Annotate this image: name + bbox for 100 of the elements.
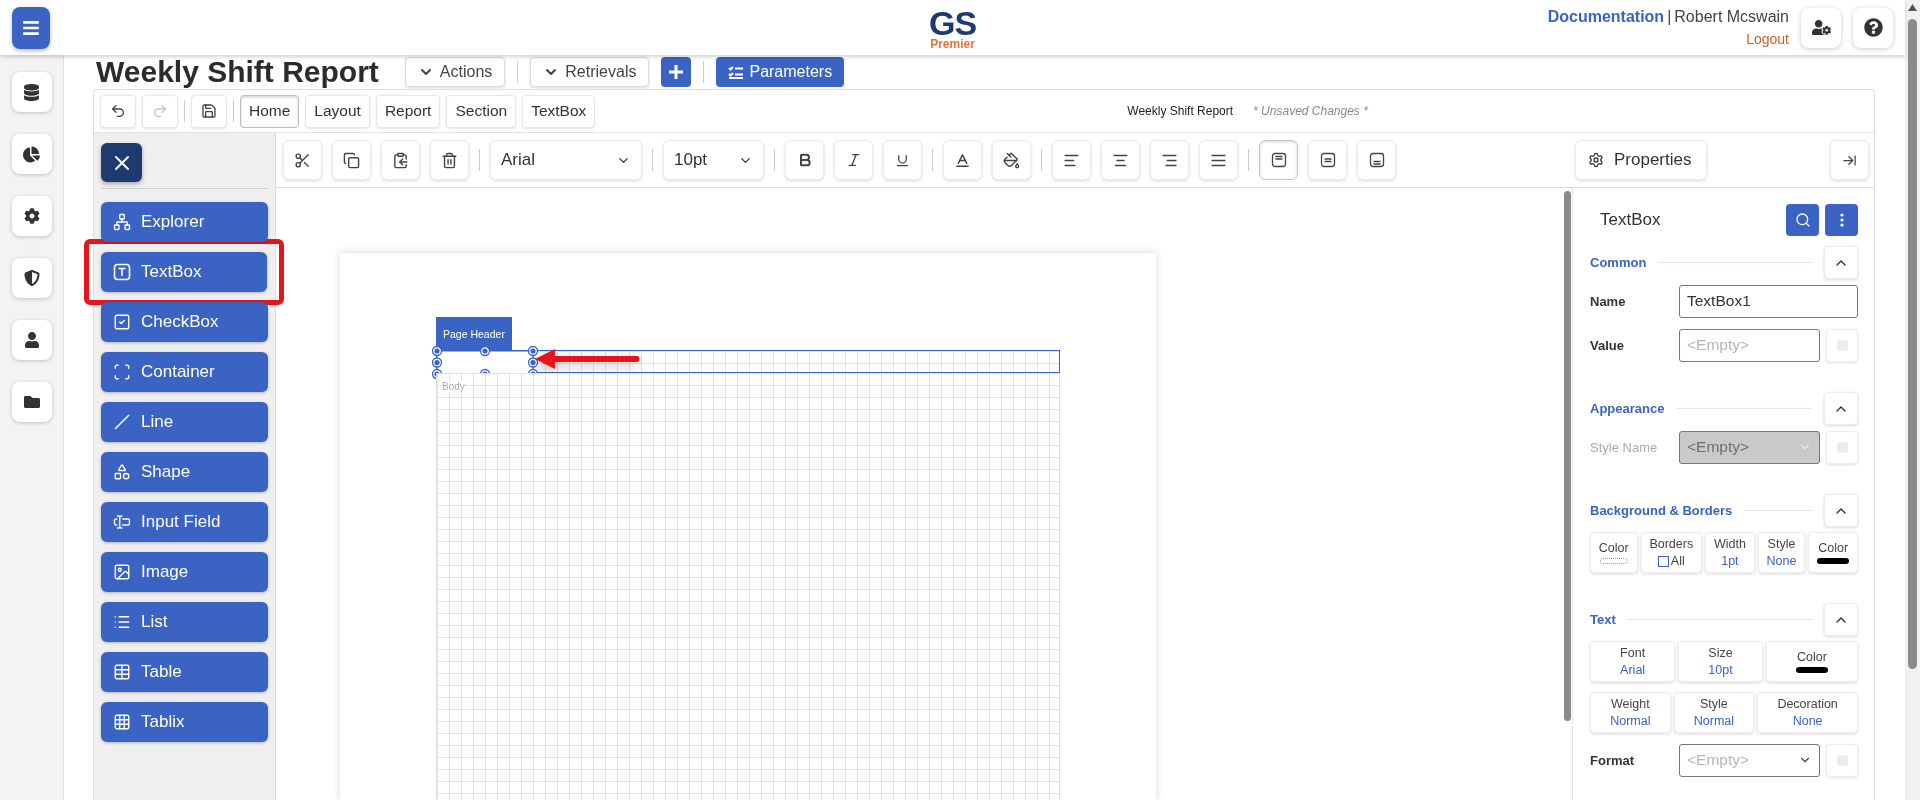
property-tile[interactable]: Size 10pt — [1678, 641, 1763, 682]
section-toggle[interactable] — [1824, 603, 1858, 636]
property-tile[interactable]: Style None — [1757, 532, 1806, 573]
toolbox-item[interactable]: List — [101, 602, 268, 642]
checklist-icon — [728, 65, 744, 79]
text-color-icon — [954, 151, 971, 169]
documentation-link[interactable]: Documentation — [1547, 8, 1665, 26]
toolbox-item[interactable]: Table — [101, 652, 268, 692]
toolbox-item[interactable]: Shape — [101, 452, 268, 492]
separator: | — [1667, 8, 1672, 26]
header-button[interactable]: Parameters — [716, 57, 845, 87]
toolbox-item[interactable]: CheckBox — [101, 302, 268, 342]
user-gear-icon — [1811, 18, 1831, 37]
undo-button[interactable] — [100, 94, 136, 128]
paste-icon — [392, 151, 409, 169]
help-icon — [1863, 18, 1883, 37]
logo-initials: GS — [928, 5, 977, 40]
shapes-icon — [113, 463, 131, 481]
field-label: Value — [1590, 337, 1625, 353]
close-button[interactable] — [101, 143, 142, 182]
toolbox-item[interactable]: Input Field — [101, 502, 268, 542]
save-button[interactable] — [191, 94, 227, 128]
text-color-button[interactable] — [943, 140, 982, 180]
field-label: Format — [1590, 752, 1636, 768]
security-button[interactable] — [11, 258, 52, 298]
underline-button[interactable] — [883, 140, 922, 180]
toolbox-item[interactable]: Line — [101, 402, 268, 442]
vertical-align-button[interactable] — [1259, 140, 1298, 180]
settings-button[interactable] — [11, 196, 52, 236]
property-tile[interactable]: Style Normal — [1673, 692, 1755, 733]
align-center-button[interactable] — [1101, 140, 1140, 180]
tile-value: None — [1792, 714, 1823, 728]
redo-icon — [152, 103, 168, 119]
collapse-panel-button[interactable] — [1830, 140, 1869, 180]
align-left-button[interactable] — [1052, 140, 1091, 180]
size-select[interactable]: 10pt — [663, 140, 764, 180]
property-tile[interactable]: Color — [1765, 641, 1858, 682]
font-select[interactable]: Arial — [490, 140, 642, 180]
checkbox-icon — [113, 313, 131, 331]
ribbon-tab[interactable]: TextBox — [522, 94, 596, 128]
ribbon-tab[interactable]: Section — [446, 94, 517, 128]
add-button[interactable] — [661, 57, 692, 87]
logout-link[interactable]: Logout — [1746, 31, 1789, 47]
user-button[interactable] — [11, 320, 52, 360]
property-tile[interactable]: Font Arial — [1590, 641, 1676, 682]
ribbon-tab[interactable]: Home — [240, 94, 300, 128]
text-field[interactable]: <Empty> — [1679, 328, 1820, 362]
undo-icon — [110, 103, 126, 119]
property-tile[interactable]: Weight Normal — [1590, 692, 1671, 733]
section-title: Text — [1590, 612, 1616, 627]
tile-value: None — [1766, 554, 1797, 568]
property-tile[interactable]: Color — [1590, 532, 1638, 573]
toolbox-item[interactable]: Container — [101, 352, 268, 392]
ribbon-tab[interactable]: Layout — [305, 94, 370, 128]
tile-label: Style — [1700, 697, 1728, 711]
fill-color-button[interactable] — [992, 140, 1031, 180]
user-settings-button[interactable] — [1801, 7, 1841, 48]
text-box-icon — [113, 263, 131, 281]
align-middle-icon — [1319, 152, 1336, 168]
charts-button[interactable] — [11, 134, 52, 174]
toolbox-item[interactable]: Image — [101, 552, 268, 592]
tile-label: Style — [1767, 537, 1796, 551]
section-toggle[interactable] — [1824, 246, 1858, 279]
more-icon — [1839, 213, 1844, 227]
justify-button[interactable] — [1199, 140, 1238, 180]
section-toggle[interactable] — [1824, 494, 1858, 527]
toolbox-item[interactable]: Explorer — [101, 202, 268, 242]
report-title: Weekly Shift Report — [96, 55, 379, 89]
more-button[interactable] — [1825, 204, 1858, 236]
property-tile[interactable]: Decoration None — [1757, 692, 1858, 733]
checkbox[interactable] — [1657, 555, 1669, 567]
scrollbar-thumb[interactable] — [1908, 19, 1917, 669]
ribbon-tab[interactable]: Report — [375, 94, 441, 128]
bold-button[interactable] — [785, 140, 824, 180]
help-button[interactable] — [1853, 7, 1893, 48]
header-button[interactable]: Actions — [404, 57, 506, 87]
toolbox-item[interactable]: Tablix — [101, 702, 268, 742]
scrollbar-thumb[interactable] — [1564, 191, 1571, 721]
align-bottom-icon — [1368, 152, 1385, 168]
toolbox-item[interactable]: TextBox — [101, 252, 267, 292]
band-label[interactable]: Page Header — [436, 317, 512, 350]
property-tile[interactable]: Width 1pt — [1705, 532, 1755, 573]
copy-button[interactable] — [332, 140, 371, 180]
delete-button[interactable] — [430, 140, 469, 180]
align-right-button[interactable] — [1150, 140, 1189, 180]
properties-button[interactable]: Properties — [1575, 140, 1707, 180]
cut-button[interactable] — [283, 140, 322, 180]
section-toggle[interactable] — [1824, 392, 1858, 425]
property-tile[interactable]: Color — [1808, 532, 1858, 573]
header-button[interactable]: Retrievals — [530, 57, 650, 87]
tile-value: 10pt — [1708, 663, 1733, 677]
folder-button[interactable] — [11, 382, 52, 422]
menu-button[interactable] — [12, 6, 50, 49]
scroll-up-arrow[interactable] — [1908, 4, 1917, 11]
paste-button[interactable] — [381, 140, 420, 180]
database-button[interactable] — [11, 72, 52, 112]
text-field[interactable]: TextBox1 — [1679, 284, 1858, 318]
search-button[interactable] — [1786, 204, 1819, 236]
tile-value: 1pt — [1721, 554, 1739, 568]
property-tile[interactable]: Borders All — [1640, 532, 1703, 573]
